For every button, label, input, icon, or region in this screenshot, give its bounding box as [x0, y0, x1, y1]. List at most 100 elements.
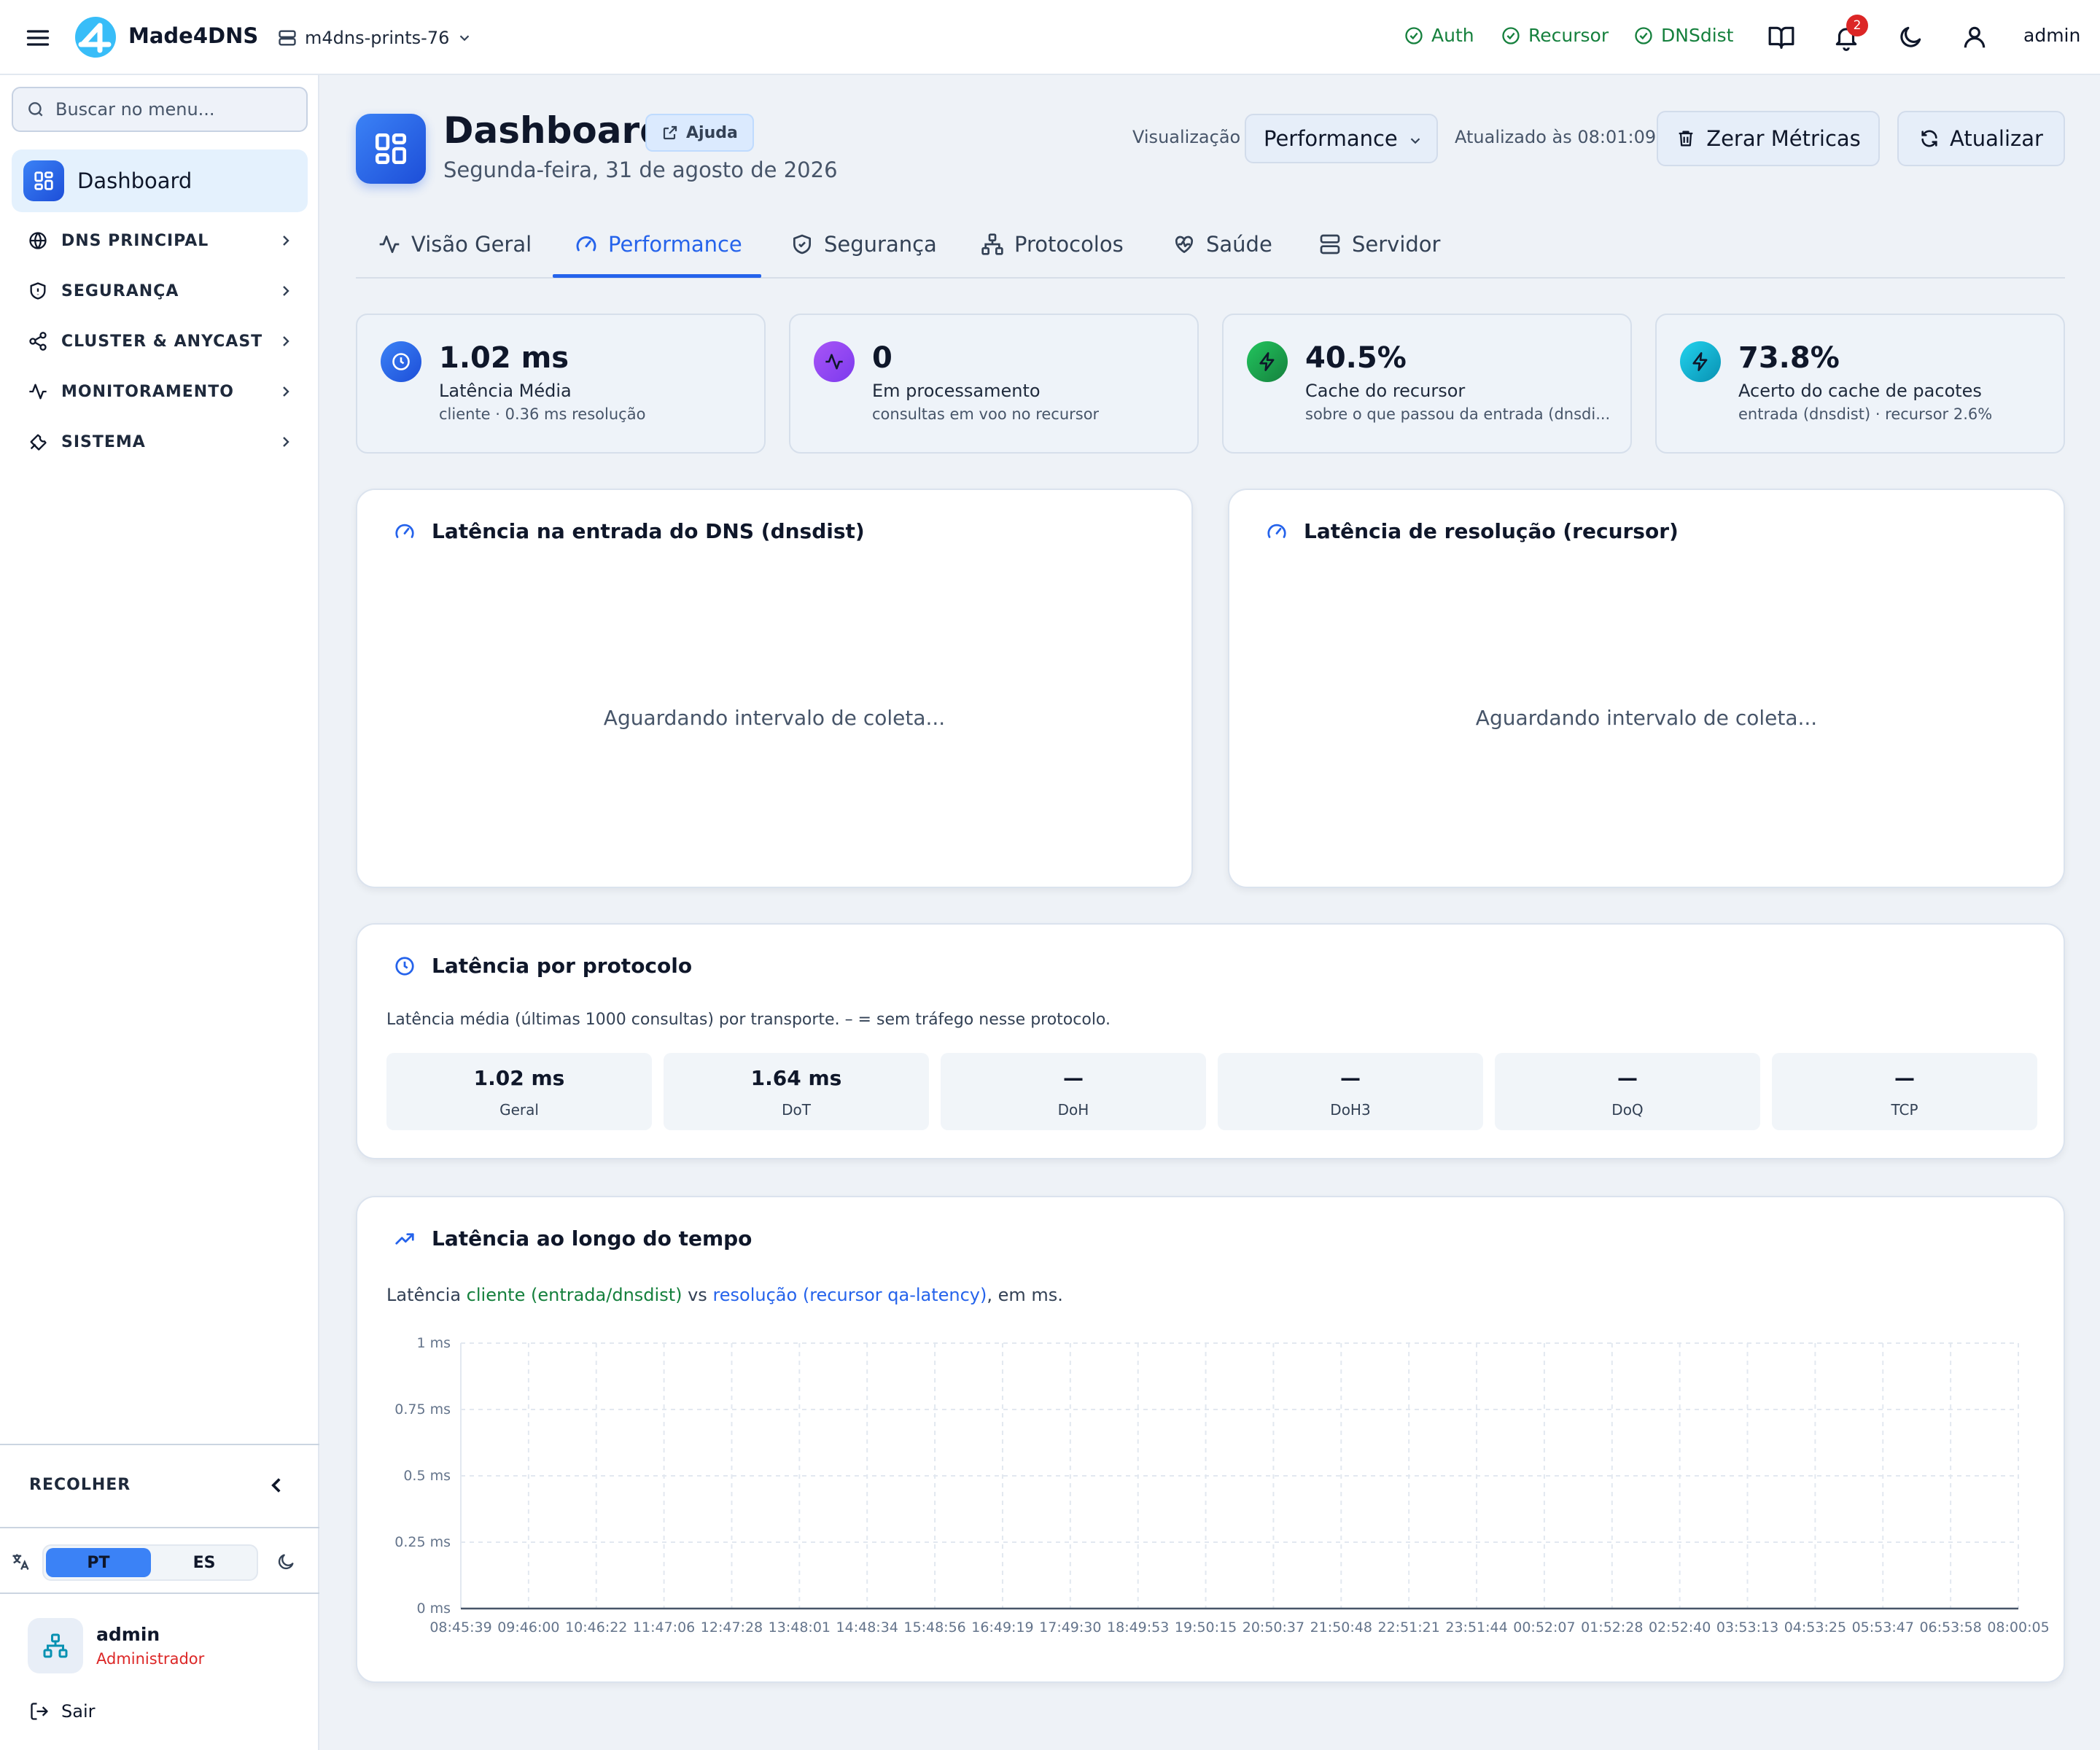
y-tick-label: 0 ms: [416, 1601, 451, 1617]
user-icon[interactable]: [1961, 23, 1988, 51]
tab-protocolos[interactable]: Protocolos: [981, 232, 1124, 257]
waiting-message: Aguardando intervalo de coleta...: [1475, 706, 1818, 730]
chevron-right-icon: [283, 386, 289, 397]
sidebar-item-monitoramento[interactable]: MONITORAMENTO: [28, 377, 295, 406]
help-label: Ajuda: [686, 123, 738, 142]
reset-metrics-button[interactable]: Zerar Métricas: [1657, 111, 1880, 166]
protocol-value: —: [1894, 1066, 1915, 1090]
collapse-sidebar[interactable]: RECOLHER: [0, 1444, 319, 1528]
tab-label: Performance: [608, 232, 742, 257]
chevron-down-icon: [460, 35, 470, 42]
sidebar-item-cluster[interactable]: CLUSTER & ANYCAST: [28, 327, 295, 356]
sidebar-item-label: Dashboard: [77, 168, 192, 193]
sidebar-item-label: SISTEMA: [61, 432, 146, 451]
tab-label: Servidor: [1352, 232, 1441, 257]
user-name: admin: [96, 1624, 160, 1645]
protocol-value: —: [1617, 1066, 1638, 1090]
wrench-icon: [30, 434, 47, 451]
sidebar-item-sistema[interactable]: SISTEMA: [28, 427, 295, 456]
sidebar-item-dashboard[interactable]: Dashboard: [12, 149, 308, 212]
zap-icon: [1247, 341, 1288, 382]
protocol-label: TCP: [1891, 1101, 1918, 1119]
x-tick-label: 04:53:25: [1784, 1619, 1846, 1636]
x-tick-label: 01:52:28: [1581, 1619, 1643, 1636]
waiting-message: Aguardando intervalo de coleta...: [603, 706, 946, 730]
stat-label: Latência Média: [439, 381, 572, 401]
top-bar: Made4DNS m4dns-prints-76 Auth Recursor D…: [0, 0, 2100, 75]
tab-performance[interactable]: Performance: [575, 232, 742, 257]
tab-servidor[interactable]: Servidor: [1318, 232, 1440, 257]
page-date: Segunda-feira, 31 de agosto de 2026: [443, 158, 838, 182]
active-tab-indicator: [553, 274, 761, 278]
tab-saude[interactable]: Saúde: [1172, 232, 1272, 257]
y-tick-label: 1 ms: [416, 1335, 451, 1351]
chevron-right-icon: [283, 236, 289, 246]
admin-username[interactable]: admin: [2023, 25, 2080, 46]
page-title: Dashboard: [443, 109, 666, 152]
tab-visao-geral[interactable]: Visão Geral: [378, 232, 532, 257]
share-icon: [29, 332, 47, 351]
sidebar-item-label: CLUSTER & ANYCAST: [61, 332, 263, 351]
moon-icon[interactable]: [276, 1552, 296, 1572]
dnsdist-latency-panel: Latência na entrada do DNS (dnsdist) Agu…: [356, 489, 1193, 888]
stat-value: 1.02 ms: [439, 341, 569, 375]
gauge-icon: [395, 524, 414, 538]
server-icon: [279, 30, 296, 46]
lang-pt-button[interactable]: PT: [46, 1548, 151, 1577]
x-tick-label: 20:50:37: [1242, 1619, 1304, 1636]
check-circle-icon: [1405, 26, 1423, 44]
sidebar-item-seguranca[interactable]: SEGURANÇA: [28, 276, 295, 306]
search-icon: [28, 102, 43, 117]
panel-description: Latência média (últimas 1000 consultas) …: [386, 1011, 1111, 1029]
protocol-cell: 1.02 ms Geral: [386, 1053, 652, 1130]
menu-search[interactable]: Buscar no menu...: [12, 87, 308, 132]
logout-button[interactable]: Sair: [29, 1701, 95, 1722]
protocol-label: DoQ: [1611, 1101, 1644, 1119]
sidebar-item-dns-principal[interactable]: DNS PRINCIPAL: [28, 226, 295, 255]
x-tick-label: 13:48:01: [769, 1619, 831, 1636]
y-tick-label: 0.5 ms: [403, 1468, 451, 1484]
status-label: Recursor: [1528, 25, 1609, 46]
status-label: DNSdist: [1661, 25, 1734, 46]
panel-title-text: Latência por protocolo: [432, 954, 693, 978]
translate-icon: [12, 1554, 29, 1570]
stat-sub: entrada (dnsdist) · recursor 2.6%: [1738, 405, 1993, 423]
dashboard-icon: [23, 160, 64, 201]
protocol-label: DoH: [1057, 1101, 1089, 1119]
chevron-right-icon: [283, 437, 289, 447]
book-icon[interactable]: [1768, 23, 1795, 51]
status-recursor[interactable]: Recursor: [1501, 25, 1609, 46]
user-role: Administrador: [96, 1650, 205, 1668]
tab-seguranca[interactable]: Segurança: [790, 232, 937, 257]
protocol-value: —: [1063, 1066, 1084, 1090]
x-tick-label: 03:53:13: [1716, 1619, 1778, 1636]
server-icon: [1320, 234, 1340, 254]
menu-icon[interactable]: [25, 25, 51, 51]
server-selector[interactable]: m4dns-prints-76: [277, 25, 472, 51]
view-select[interactable]: Performance: [1245, 114, 1438, 163]
view-select-value: Performance: [1264, 126, 1398, 151]
view-label: Visualização: [1132, 127, 1241, 147]
tab-label: Visão Geral: [411, 232, 532, 257]
x-tick-label: 08:00:05: [1987, 1619, 2049, 1636]
status-auth[interactable]: Auth: [1404, 25, 1474, 46]
panel-title: Latência de resolução (recursor): [1266, 519, 1679, 543]
recursor-latency-panel: Latência de resolução (recursor) Aguarda…: [1228, 489, 2065, 888]
chevron-right-icon: [283, 336, 289, 346]
refresh-button[interactable]: Atualizar: [1897, 111, 2065, 166]
lang-es-button[interactable]: ES: [153, 1548, 255, 1577]
x-tick-label: 16:49:19: [971, 1619, 1033, 1636]
server-name: m4dns-prints-76: [305, 28, 450, 48]
x-tick-label: 12:47:28: [701, 1619, 763, 1636]
stat-sub: consultas em voo no recursor: [872, 405, 1100, 423]
protocol-cell: — TCP: [1772, 1053, 2037, 1130]
shield-icon: [30, 282, 46, 300]
x-tick-label: 09:46:00: [497, 1619, 559, 1636]
trash-icon: [1679, 131, 1693, 147]
help-button[interactable]: Ajuda: [645, 114, 754, 152]
status-dnsdist[interactable]: DNSdist: [1633, 25, 1733, 46]
moon-icon[interactable]: [1897, 23, 1924, 51]
shield-check-icon: [793, 234, 811, 254]
x-tick-label: 22:51:21: [1378, 1619, 1440, 1636]
check-circle-icon: [1635, 26, 1652, 44]
